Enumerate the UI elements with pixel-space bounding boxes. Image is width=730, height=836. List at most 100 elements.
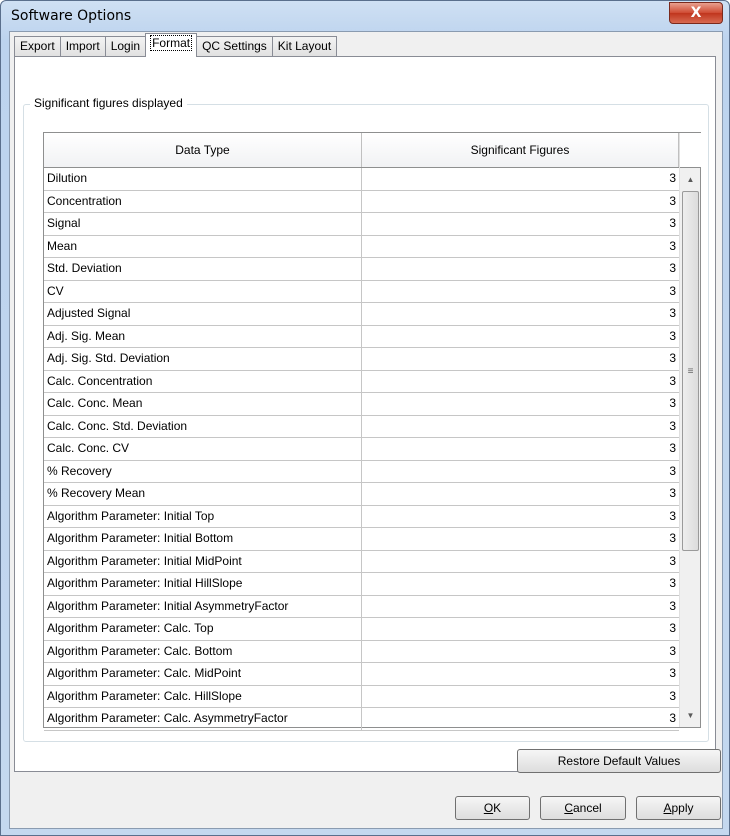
- table-row[interactable]: Std. Deviation 3: [44, 258, 679, 281]
- table-row[interactable]: Adjusted Signal 3: [44, 303, 679, 326]
- ok-button[interactable]: OK: [455, 796, 530, 820]
- table-row[interactable]: Algorithm Parameter: Calc. MidPoint 3: [44, 663, 679, 686]
- table-row[interactable]: Algorithm Parameter: Initial MidPoint 3: [44, 550, 679, 573]
- significant-figures-cell[interactable]: 3: [362, 236, 679, 258]
- scroll-thumb[interactable]: ≡: [682, 191, 699, 551]
- significant-figures-cell[interactable]: 3: [362, 596, 679, 618]
- significant-figures-cell[interactable]: 3: [362, 528, 679, 550]
- table-row[interactable]: % Recovery Mean 3: [44, 483, 679, 506]
- table-row[interactable]: Algorithm Parameter: Calc. HillSlope 3: [44, 685, 679, 708]
- scroll-up-arrow-icon[interactable]: ▲: [680, 169, 701, 189]
- tab-login[interactable]: Login: [104, 36, 147, 57]
- significant-figures-cell[interactable]: 3: [362, 348, 679, 370]
- data-type-cell: Dilution: [44, 168, 362, 190]
- significant-figures-cell[interactable]: 3: [362, 393, 679, 415]
- data-type-cell: Calc. Concentration: [44, 370, 362, 392]
- data-type-cell: % Recovery: [44, 460, 362, 482]
- tab-kit-layout[interactable]: Kit Layout: [271, 36, 338, 57]
- table-row[interactable]: Algorithm Parameter: Initial Bottom 3: [44, 528, 679, 551]
- tab-import[interactable]: Import: [59, 36, 106, 57]
- table-row[interactable]: Concentration 3: [44, 190, 679, 213]
- data-type-cell: Algorithm Parameter: Initial HillSlope: [44, 573, 362, 595]
- data-type-cell: Std. Deviation: [44, 258, 362, 280]
- cancel-label-rest: ancel: [572, 801, 602, 815]
- significant-figures-cell[interactable]: 3: [362, 191, 679, 213]
- significant-figures-cell[interactable]: 3: [362, 483, 679, 505]
- significant-figures-cell[interactable]: 3: [362, 281, 679, 303]
- tab-qc-settings[interactable]: QC Settings: [196, 36, 273, 57]
- close-icon: X: [690, 5, 702, 21]
- window-title: Software Options: [11, 8, 132, 24]
- data-type-cell: Calc. Conc. Mean: [44, 393, 362, 415]
- significant-figures-cell[interactable]: 3: [362, 371, 679, 393]
- scrollbar-header-corner: [680, 133, 701, 168]
- data-type-cell: Calc. Conc. CV: [44, 438, 362, 460]
- data-type-cell: Algorithm Parameter: Calc. Bottom: [44, 640, 362, 662]
- data-type-cell: Mean: [44, 235, 362, 257]
- cancel-button[interactable]: Cancel: [540, 796, 626, 820]
- table-row[interactable]: Algorithm Parameter: Calc. AsymmetryFact…: [44, 708, 679, 731]
- vertical-scrollbar[interactable]: ▲ ≡ ▼: [679, 133, 701, 727]
- significant-figures-cell[interactable]: 3: [362, 618, 679, 640]
- data-type-cell: Algorithm Parameter: Initial Top: [44, 505, 362, 527]
- data-type-cell: Adj. Sig. Std. Deviation: [44, 348, 362, 370]
- table-row[interactable]: Algorithm Parameter: Initial HillSlope 3: [44, 573, 679, 596]
- column-header-significant-figures[interactable]: Significant Figures: [362, 133, 679, 167]
- significant-figures-cell[interactable]: 3: [362, 573, 679, 595]
- close-button[interactable]: X: [669, 2, 723, 24]
- significant-figures-cell[interactable]: 3: [362, 258, 679, 280]
- table-row[interactable]: Calc. Conc. Mean 3: [44, 393, 679, 416]
- data-type-cell: % Recovery Mean: [44, 483, 362, 505]
- title-bar[interactable]: Software Options X: [1, 1, 729, 31]
- cancel-mnemonic: C: [564, 801, 573, 815]
- table-row[interactable]: Algorithm Parameter: Initial Top 3: [44, 505, 679, 528]
- apply-button[interactable]: Apply: [636, 796, 721, 820]
- data-type-cell: Calc. Conc. Std. Deviation: [44, 415, 362, 437]
- scroll-down-arrow-icon[interactable]: ▼: [680, 705, 701, 725]
- significant-figures-cell[interactable]: 3: [362, 506, 679, 528]
- table-row[interactable]: CV 3: [44, 280, 679, 303]
- group-label: Significant figures displayed: [30, 96, 187, 110]
- significant-figures-cell[interactable]: 3: [362, 663, 679, 685]
- table-row[interactable]: Calc. Concentration 3: [44, 370, 679, 393]
- tab-format[interactable]: Format: [145, 33, 198, 57]
- table-row[interactable]: Mean 3: [44, 235, 679, 258]
- scroll-grip-icon: ≡: [687, 365, 694, 377]
- grid-body: Dilution 3 Concentration 3 Signal 3 Mean 3 Std. …: [44, 168, 679, 731]
- table-row[interactable]: % Recovery 3: [44, 460, 679, 483]
- table-row[interactable]: Signal 3: [44, 213, 679, 236]
- significant-figures-cell[interactable]: 3: [362, 438, 679, 460]
- table-row[interactable]: Algorithm Parameter: Calc. Top 3: [44, 618, 679, 641]
- significant-figures-cell[interactable]: 3: [362, 213, 679, 235]
- ok-label-rest: K: [493, 801, 502, 815]
- tab-strip: Export Import Login Format QC Settings K…: [14, 33, 338, 57]
- tab-export[interactable]: Export: [14, 36, 61, 57]
- significant-figures-cell[interactable]: 3: [362, 686, 679, 708]
- table-row[interactable]: Calc. Conc. CV 3: [44, 438, 679, 461]
- significant-figures-cell[interactable]: 3: [362, 708, 679, 730]
- grid-header: Data Type Significant Figures: [44, 133, 679, 168]
- column-header-data-type[interactable]: Data Type: [44, 133, 362, 167]
- significant-figures-cell[interactable]: 3: [362, 416, 679, 438]
- data-type-cell: Algorithm Parameter: Initial Bottom: [44, 528, 362, 550]
- significant-figures-cell[interactable]: 3: [362, 326, 679, 348]
- data-type-cell: Adjusted Signal: [44, 303, 362, 325]
- table-row[interactable]: Algorithm Parameter: Initial AsymmetryFa…: [44, 595, 679, 618]
- significant-figures-cell[interactable]: 3: [362, 303, 679, 325]
- significant-figures-cell[interactable]: 3: [362, 641, 679, 663]
- data-type-cell: Algorithm Parameter: Calc. AsymmetryFact…: [44, 708, 362, 730]
- data-type-cell: Signal: [44, 213, 362, 235]
- table-row[interactable]: Adj. Sig. Std. Deviation 3: [44, 348, 679, 371]
- table-row[interactable]: Adj. Sig. Mean 3: [44, 325, 679, 348]
- significant-figures-cell[interactable]: 3: [362, 461, 679, 483]
- significant-figures-grid: Data Type Significant Figures Dilution 3 C…: [43, 132, 701, 731]
- significant-figures-cell[interactable]: 3: [362, 551, 679, 573]
- table-row[interactable]: Algorithm Parameter: Calc. Bottom 3: [44, 640, 679, 663]
- table-row[interactable]: Dilution 3: [44, 168, 679, 191]
- ok-mnemonic: O: [483, 801, 494, 815]
- significant-figures-cell[interactable]: 3: [362, 168, 679, 190]
- data-type-cell: Algorithm Parameter: Calc. Top: [44, 618, 362, 640]
- data-type-cell: CV: [44, 280, 362, 302]
- table-row[interactable]: Calc. Conc. Std. Deviation 3: [44, 415, 679, 438]
- restore-default-values-button[interactable]: Restore Default Values: [517, 749, 721, 773]
